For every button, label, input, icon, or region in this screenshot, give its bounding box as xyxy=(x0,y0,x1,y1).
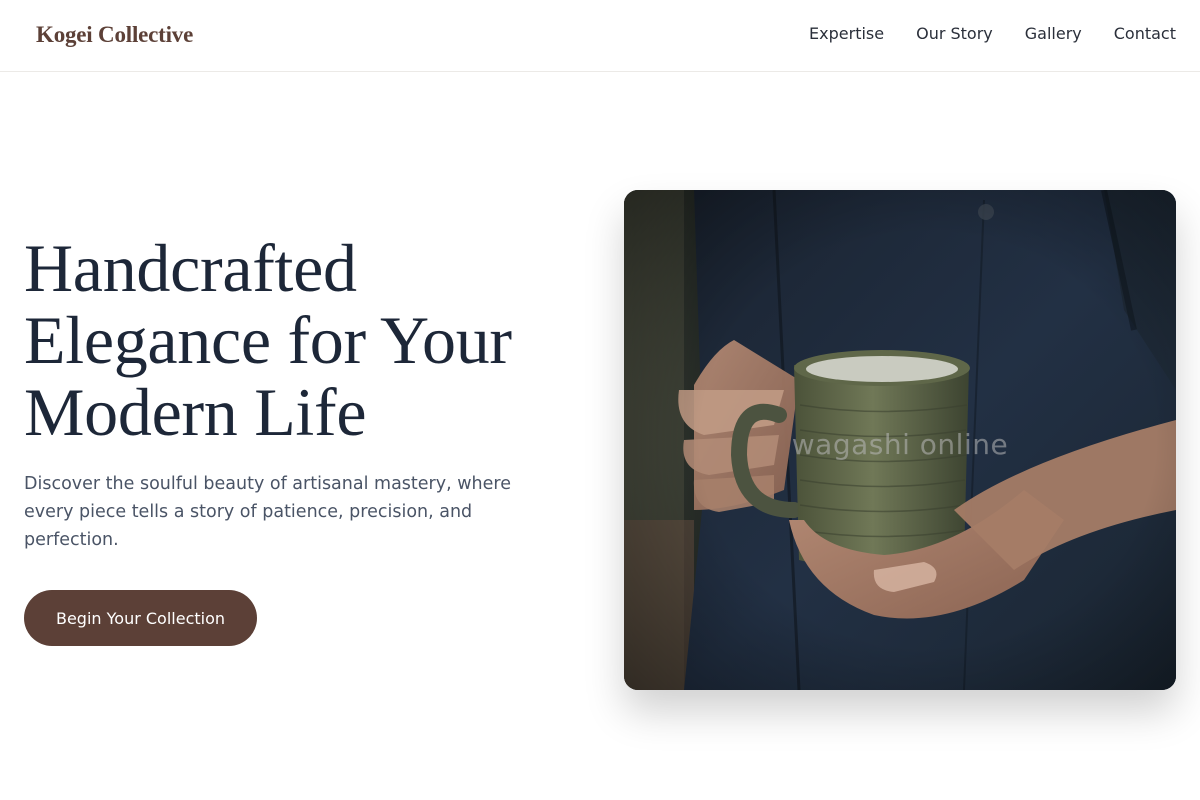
nav-link-our-story[interactable]: Our Story xyxy=(916,24,993,43)
site-header: Kogei Collective Expertise Our Story Gal… xyxy=(0,0,1200,72)
hero-title-line: Modern Life xyxy=(24,374,367,450)
nav-link-expertise[interactable]: Expertise xyxy=(809,24,884,43)
hero-title: Handcrafted Elegance for Your Modern Lif… xyxy=(24,232,584,448)
hero-image: wagashi online xyxy=(624,190,1176,690)
image-watermark: wagashi online xyxy=(791,428,1009,461)
main-nav: Expertise Our Story Gallery Contact xyxy=(809,24,1176,43)
brand-logo[interactable]: Kogei Collective xyxy=(36,22,193,48)
hero-title-line: Handcrafted xyxy=(24,230,357,306)
nav-link-contact[interactable]: Contact xyxy=(1114,24,1176,43)
nav-link-gallery[interactable]: Gallery xyxy=(1025,24,1082,43)
hero-description: Discover the soulful beauty of artisanal… xyxy=(24,474,511,550)
hero-title-line: Elegance for Your xyxy=(24,302,512,378)
begin-collection-button[interactable]: Begin Your Collection xyxy=(24,590,257,646)
hero-text: Handcrafted Elegance for Your Modern Lif… xyxy=(24,232,584,554)
